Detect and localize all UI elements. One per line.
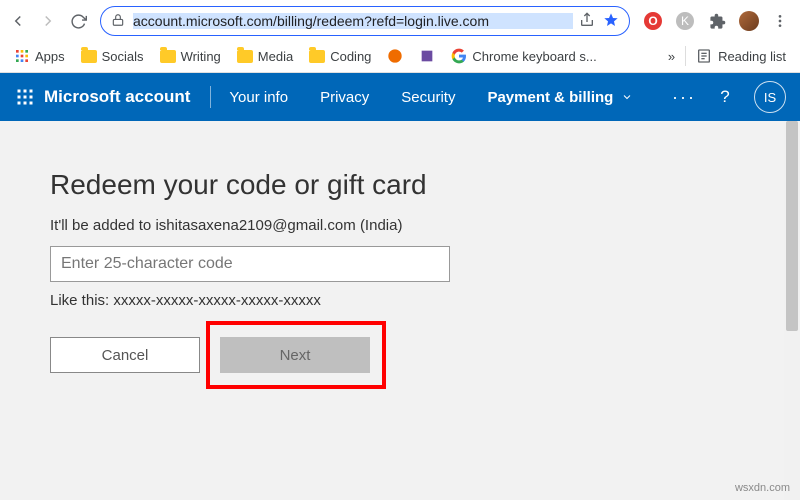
primary-nav: Your info Privacy Security Payment & bil… [213, 73, 649, 121]
next-button[interactable]: Next [220, 337, 370, 373]
more-menu-button[interactable]: ··· [662, 87, 706, 108]
nav-label: Payment & billing [487, 89, 613, 106]
chrome-menu-button[interactable] [766, 7, 794, 35]
apps-grid-icon [14, 48, 30, 64]
bookmark-folder-socials[interactable]: Socials [75, 47, 150, 66]
ms-header: Microsoft account Your info Privacy Secu… [0, 73, 800, 121]
address-bar[interactable]: account.microsoft.com/billing/redeem?ref… [100, 6, 630, 36]
button-label: Cancel [102, 347, 149, 364]
nav-your-info[interactable]: Your info [213, 73, 304, 121]
account-subtitle: It'll be added to ishitasaxena2109@gmail… [50, 217, 800, 234]
input-placeholder: Enter 25-character code [61, 255, 233, 273]
bookmark-item-h[interactable] [381, 46, 409, 66]
button-label: Next [280, 347, 311, 364]
waffle-icon [16, 88, 34, 106]
folder-icon [309, 50, 325, 63]
brand-title[interactable]: Microsoft account [42, 87, 204, 107]
bookmark-folder-coding[interactable]: Coding [303, 47, 377, 66]
nav-payment-billing[interactable]: Payment & billing [471, 73, 649, 121]
lock-icon [111, 13, 125, 30]
reading-list-label: Reading list [718, 49, 786, 64]
bookmark-label: Chrome keyboard s... [472, 49, 596, 64]
divider [210, 86, 211, 108]
bookmark-item-google[interactable]: Chrome keyboard s... [445, 46, 602, 66]
chevron-down-icon [621, 91, 633, 103]
watermark: wsxdn.com [735, 482, 790, 494]
bookmark-item-n[interactable] [413, 46, 441, 66]
reload-button[interactable] [64, 7, 92, 35]
bookmarks-overflow[interactable]: » [662, 47, 681, 66]
bookmark-label: Writing [181, 49, 221, 64]
profile-avatar[interactable] [738, 10, 760, 32]
code-format-hint: Like this: xxxxx-xxxxx-xxxxx-xxxxx-xxxxx [50, 292, 800, 309]
bookmark-star-icon[interactable] [603, 12, 619, 31]
site-icon [419, 48, 435, 64]
apps-label: Apps [35, 49, 65, 64]
scrollbar-thumb[interactable] [786, 121, 798, 331]
help-button[interactable]: ? [710, 87, 740, 107]
extension-grey-icon[interactable]: K [674, 10, 696, 32]
url-text: account.microsoft.com/billing/redeem?ref… [133, 13, 573, 29]
bookmark-folder-writing[interactable]: Writing [154, 47, 227, 66]
reading-list-icon [696, 48, 712, 64]
page-content: Redeem your code or gift card It'll be a… [0, 121, 800, 500]
browser-toolbar: account.microsoft.com/billing/redeem?ref… [0, 0, 800, 42]
extension-red-icon[interactable]: O [642, 10, 664, 32]
bookmark-folder-media[interactable]: Media [231, 47, 299, 66]
nav-privacy[interactable]: Privacy [304, 73, 385, 121]
reading-list-button[interactable]: Reading list [690, 46, 792, 66]
apps-shortcut[interactable]: Apps [8, 46, 71, 66]
redeem-code-input[interactable]: Enter 25-character code [50, 246, 450, 282]
nav-security[interactable]: Security [385, 73, 471, 121]
share-icon[interactable] [579, 12, 595, 31]
back-button[interactable] [4, 7, 32, 35]
site-icon [387, 48, 403, 64]
bookmarks-bar: Apps Socials Writing Media Coding Chrome… [0, 42, 800, 73]
account-avatar[interactable]: IS [754, 81, 786, 113]
bookmark-label: Media [258, 49, 293, 64]
page-title: Redeem your code or gift card [50, 169, 800, 201]
extensions-puzzle-icon[interactable] [706, 10, 728, 32]
folder-icon [160, 50, 176, 63]
vertical-scrollbar[interactable] [784, 121, 800, 500]
google-icon [451, 48, 467, 64]
bookmark-label: Coding [330, 49, 371, 64]
forward-button[interactable] [34, 7, 62, 35]
bookmark-label: Socials [102, 49, 144, 64]
folder-icon [237, 50, 253, 63]
cancel-button[interactable]: Cancel [50, 337, 200, 373]
folder-icon [81, 50, 97, 63]
app-launcher-button[interactable] [8, 80, 42, 114]
